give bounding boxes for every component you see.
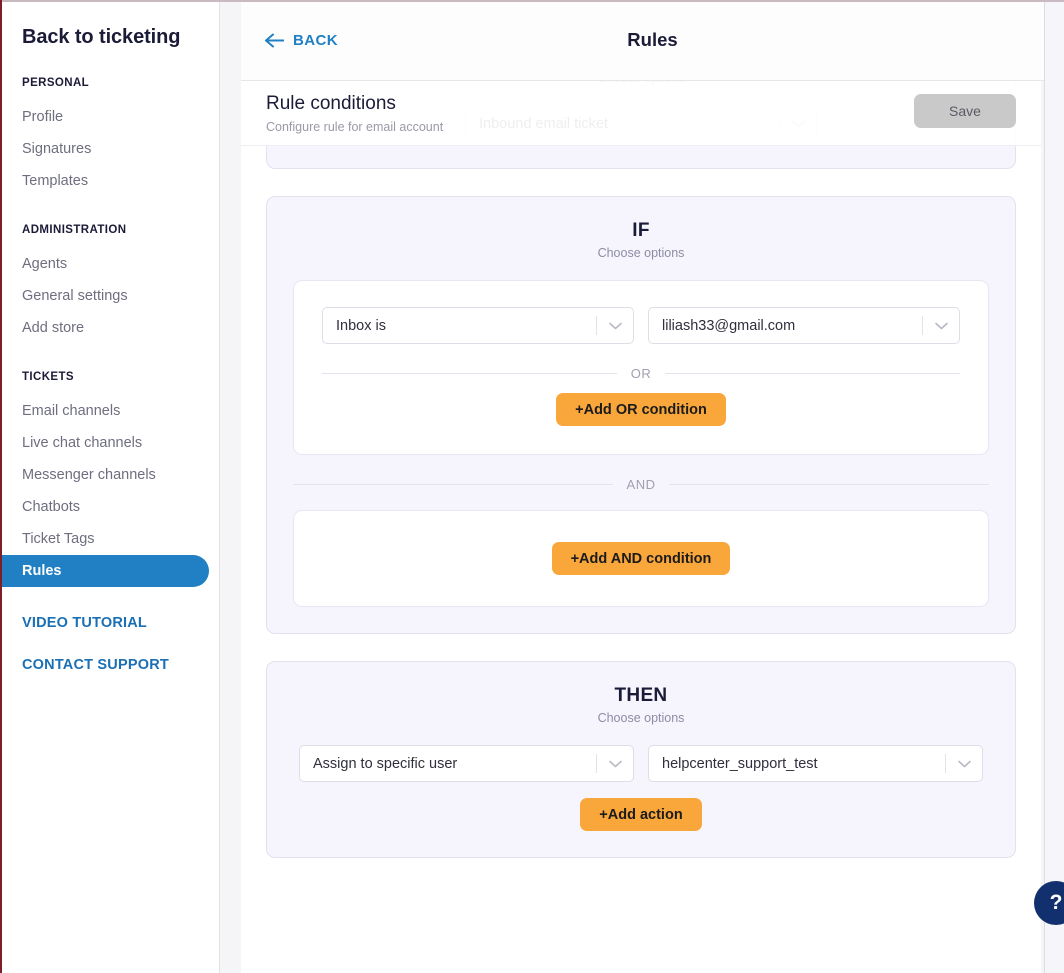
rule-scroll-area[interactable]: WHEN Choose options Inbound email ticket	[241, 81, 1041, 973]
if-subtitle: Choose options	[597, 246, 685, 260]
divider-line-right	[669, 484, 990, 485]
rule-conditions-header: Rule conditions Configure rule for email…	[241, 81, 1041, 146]
rule-conditions-subtitle: Configure rule for email account	[266, 120, 444, 134]
back-button[interactable]: BACK	[265, 32, 338, 49]
sidebar-item-general-settings[interactable]: General settings	[0, 280, 219, 312]
sidebar-item-rules[interactable]: Rules	[0, 555, 209, 587]
divider-line-left	[322, 373, 617, 374]
sidebar-item-signatures[interactable]: Signatures	[0, 133, 219, 165]
if-panel: IF Choose options Inbox is liliash33@gma…	[266, 196, 1016, 634]
left-edge-accent	[0, 0, 2, 973]
and-label: AND	[626, 477, 656, 492]
then-panel: THEN Choose options Assign to specific u…	[266, 661, 1016, 858]
page-title: Rules	[627, 29, 678, 50]
add-or-condition-button[interactable]: +Add OR condition	[556, 393, 726, 426]
sidebar-link-contact-support[interactable]: CONTACT SUPPORT	[0, 649, 219, 681]
and-divider: AND	[293, 477, 990, 492]
chevron-down-icon[interactable]	[923, 322, 959, 330]
add-and-condition-button[interactable]: +Add AND condition	[551, 542, 731, 575]
then-actions-row: +Add action	[293, 798, 989, 831]
if-field-select[interactable]: Inbox is	[322, 307, 634, 344]
rule-conditions-texts: Rule conditions Configure rule for email…	[266, 92, 914, 136]
sidebar-group-administration-label: ADMINISTRATION	[22, 224, 127, 236]
right-gutter	[1044, 0, 1064, 973]
top-bar: BACK Rules	[241, 0, 1064, 81]
then-subtitle: Choose options	[597, 711, 685, 725]
then-action-value: Assign to specific user	[313, 755, 458, 772]
sidebar-item-templates[interactable]: Templates	[0, 165, 219, 197]
sidebar-item-messenger-channels[interactable]: Messenger channels	[0, 459, 219, 491]
main-content: BACK Rules WHEN Choose options Inbound e…	[220, 0, 1064, 973]
sidebar-item-agents[interactable]: Agents	[0, 248, 219, 280]
rule-scroll-inner: WHEN Choose options Inbound email ticket	[241, 81, 1041, 885]
sidebar: Back to ticketing PERSONAL Profile Signa…	[0, 0, 220, 973]
then-action-select[interactable]: Assign to specific user	[299, 745, 634, 782]
sidebar-item-live-chat-channels[interactable]: Live chat channels	[0, 427, 219, 459]
rule-conditions-heading: Rule conditions	[266, 93, 396, 114]
arrow-left-icon	[265, 33, 284, 47]
sidebar-item-add-store[interactable]: Add store	[0, 312, 219, 344]
divider-line-right	[665, 373, 960, 374]
sidebar-title[interactable]: Back to ticketing	[0, 12, 219, 50]
sidebar-item-chatbots[interactable]: Chatbots	[0, 491, 219, 523]
add-action-button[interactable]: +Add action	[580, 798, 702, 831]
sidebar-group-tickets-label: TICKETS	[22, 371, 74, 383]
sidebar-link-video-tutorial[interactable]: VIDEO TUTORIAL	[0, 607, 219, 639]
save-button[interactable]: Save	[914, 94, 1016, 128]
sidebar-item-profile[interactable]: Profile	[0, 101, 219, 133]
chevron-down-icon[interactable]	[946, 760, 982, 768]
then-target-value: helpcenter_support_test	[662, 755, 818, 772]
then-target-select[interactable]: helpcenter_support_test	[648, 745, 983, 782]
chevron-down-icon[interactable]	[597, 760, 633, 768]
if-value-select[interactable]: liliash33@gmail.com	[648, 307, 960, 344]
chevron-down-icon[interactable]	[597, 322, 633, 330]
if-value-text: liliash33@gmail.com	[662, 317, 796, 334]
then-action-row: Assign to specific user helpcenter_suppo…	[293, 745, 989, 782]
app-root: Back to ticketing PERSONAL Profile Signa…	[0, 0, 1064, 973]
then-title: THEN	[614, 685, 668, 706]
sidebar-group-personal-label: PERSONAL	[22, 77, 90, 89]
divider-line-left	[293, 484, 613, 485]
sidebar-item-ticket-tags[interactable]: Ticket Tags	[0, 523, 219, 555]
sidebar-item-email-channels[interactable]: Email channels	[0, 395, 219, 427]
if-or-group: Inbox is liliash33@gmail.com OR +Add OR …	[293, 280, 989, 455]
or-divider: OR	[322, 366, 960, 381]
if-condition-row: Inbox is liliash33@gmail.com	[322, 307, 960, 344]
top-edge-accent	[0, 0, 1064, 2]
if-field-value: Inbox is	[336, 317, 386, 334]
if-title: IF	[632, 220, 650, 241]
if-and-group: +Add AND condition	[293, 510, 989, 607]
back-button-label: BACK	[293, 31, 338, 49]
or-label: OR	[630, 366, 652, 381]
